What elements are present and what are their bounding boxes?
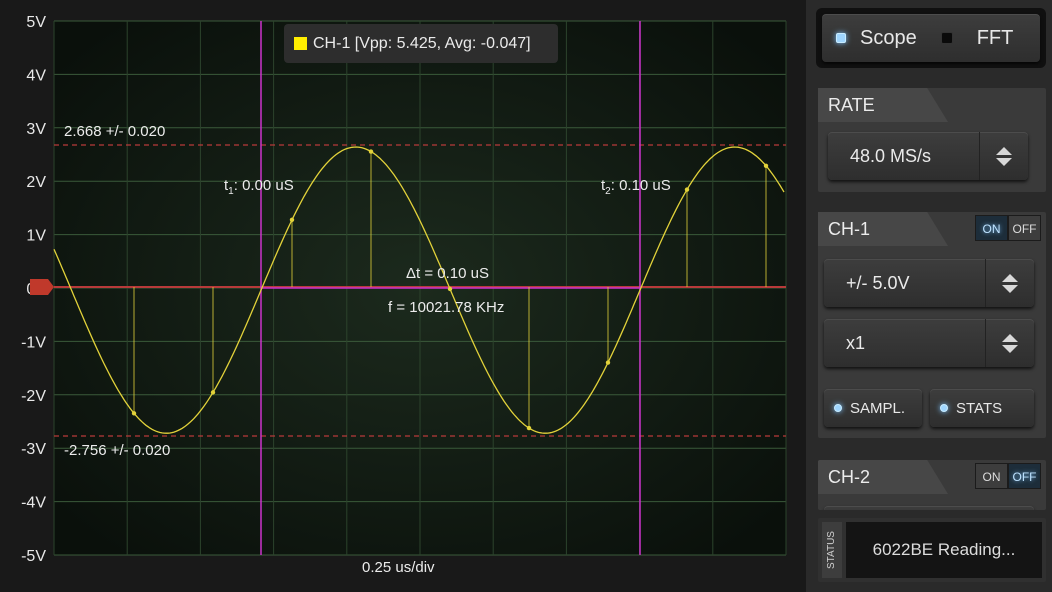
fft-mode-button[interactable]: FFT: [940, 26, 1014, 50]
y-tick-label: -2V: [21, 388, 46, 405]
y-tick-label: 5V: [26, 14, 46, 31]
sample-point: [763, 163, 769, 169]
stats-button[interactable]: STATS: [930, 389, 1034, 427]
ch1-tab: CH-1: [818, 212, 948, 246]
delta-t-readout: Δt = 0.10 uS: [406, 265, 489, 282]
scope-mode-button[interactable]: Scope: [836, 27, 917, 50]
sample-point: [289, 217, 295, 222]
control-panel: Scope FFT RATE 48.0 MS/s CH-1 ON OFF +/-…: [806, 0, 1052, 592]
y-tick-label: 4V: [26, 67, 46, 84]
up-down-arrows-icon: [979, 132, 1028, 180]
sample-point: [605, 360, 611, 365]
y-tick-label: -3V: [21, 441, 46, 458]
ch1-on-button[interactable]: ON: [975, 215, 1008, 241]
up-down-arrows-icon: [985, 319, 1034, 367]
scope-display[interactable]: 5V4V3V2V1V0V-1V-2V-3V-4V-5V 2.668 +/- 0.…: [0, 0, 806, 592]
ch2-onoff-toggle[interactable]: ON OFF: [975, 463, 1041, 489]
sampl-button[interactable]: SAMPL.: [824, 389, 922, 427]
mode-toggle: Scope FFT: [816, 8, 1046, 68]
sample-point: [447, 286, 453, 292]
ch1-range-value: +/- 5.0V: [846, 272, 910, 293]
sample-point: [131, 411, 137, 416]
y-tick-label: 2V: [26, 174, 46, 191]
stats-led-icon: [940, 404, 948, 412]
ch1-onoff-toggle[interactable]: ON OFF: [975, 215, 1041, 241]
stats-label: STATS: [956, 399, 1003, 417]
scope-mode-label: Scope: [860, 26, 917, 49]
y-tick-label: -1V: [21, 334, 46, 351]
ch1-range-selector[interactable]: +/- 5.0V: [824, 259, 1034, 307]
status-text: 6022BE Reading...: [846, 522, 1042, 578]
rate-selector[interactable]: 48.0 MS/s: [828, 132, 1028, 180]
rate-tab: RATE: [818, 88, 948, 122]
sampl-led-icon: [834, 404, 842, 412]
rate-section: RATE 48.0 MS/s: [818, 88, 1046, 192]
fft-led-icon: [940, 32, 953, 44]
status-area: STATUS 6022BE Reading...: [818, 518, 1046, 582]
frequency-readout: f = 10021.78 KHz: [388, 299, 504, 316]
sampl-label: SAMPL.: [850, 399, 906, 417]
up-down-arrows-icon: [985, 259, 1034, 307]
ch2-tab: CH-2: [818, 460, 948, 494]
y-tick-label: -4V: [21, 495, 46, 512]
ch1-off-button[interactable]: OFF: [1008, 215, 1041, 241]
legend-swatch: [294, 37, 307, 50]
scope-led-icon: [836, 33, 846, 43]
time-division-label: 0.25 us/div: [362, 559, 435, 576]
ch1-probe-value: x1: [846, 332, 866, 353]
ch2-on-button[interactable]: ON: [975, 463, 1008, 489]
ch2-off-button[interactable]: OFF: [1008, 463, 1041, 489]
fft-mode-label: FFT: [976, 26, 1014, 49]
status-label: STATUS: [822, 522, 842, 578]
ch1-probe-selector[interactable]: x1: [824, 319, 1034, 367]
lower-level-text: -2.756 +/- 0.020: [64, 442, 170, 459]
ch2-section: CH-2 ON OFF: [818, 460, 1046, 510]
channel-legend: CH-1 [Vpp: 5.425, Avg: -0.047]: [284, 24, 558, 63]
y-tick-label: -5V: [21, 548, 46, 565]
sample-point: [368, 149, 374, 154]
sample-point: [210, 390, 216, 395]
ch2-range-selector[interactable]: [824, 506, 1034, 510]
waveform-plot[interactable]: 5V4V3V2V1V0V-1V-2V-3V-4V-5V 2.668 +/- 0.…: [0, 0, 806, 592]
zero-level-marker[interactable]: [30, 279, 54, 295]
upper-level-text: 2.668 +/- 0.020: [64, 123, 165, 140]
y-tick-label: 3V: [26, 121, 46, 138]
ch1-section: CH-1 ON OFF +/- 5.0V x1 SAMPL. STATS: [818, 212, 1046, 438]
legend-text: CH-1 [Vpp: 5.425, Avg: -0.047]: [313, 34, 531, 52]
sample-point: [526, 425, 532, 431]
y-tick-label: 1V: [26, 228, 46, 245]
sample-point: [684, 187, 690, 192]
rate-value: 48.0 MS/s: [850, 145, 932, 166]
